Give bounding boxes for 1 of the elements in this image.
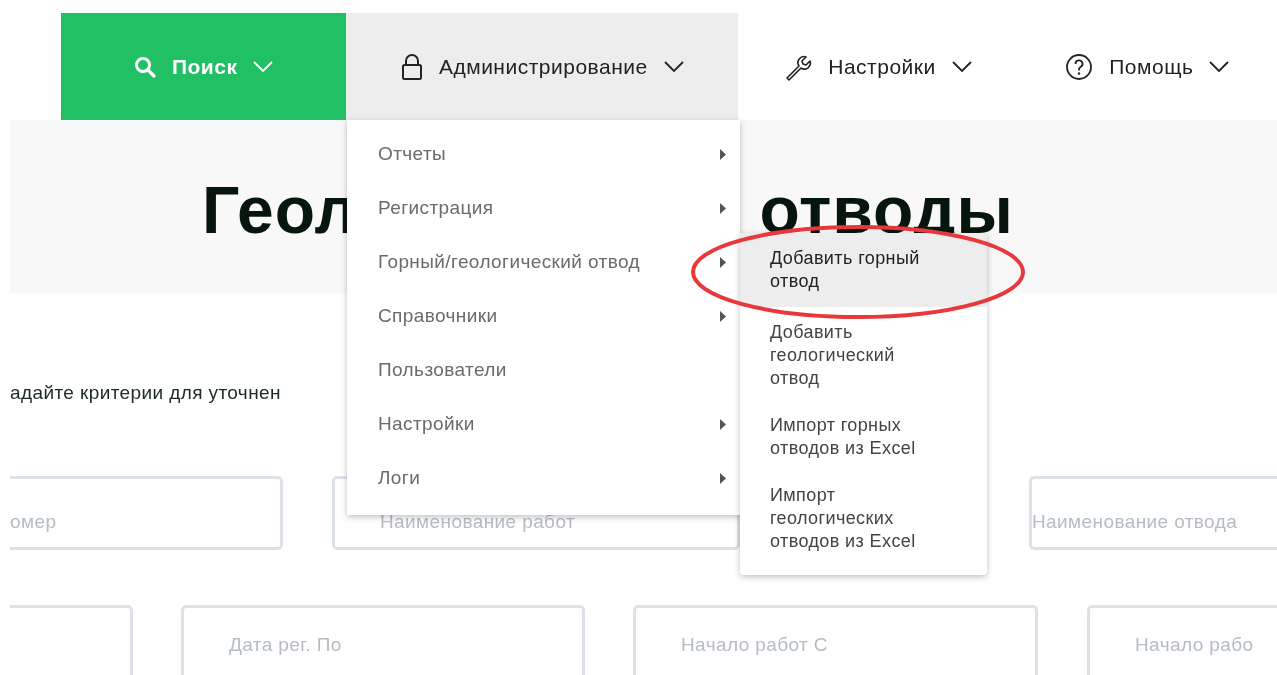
hint-text: адайте критерии для уточнен	[10, 382, 281, 404]
